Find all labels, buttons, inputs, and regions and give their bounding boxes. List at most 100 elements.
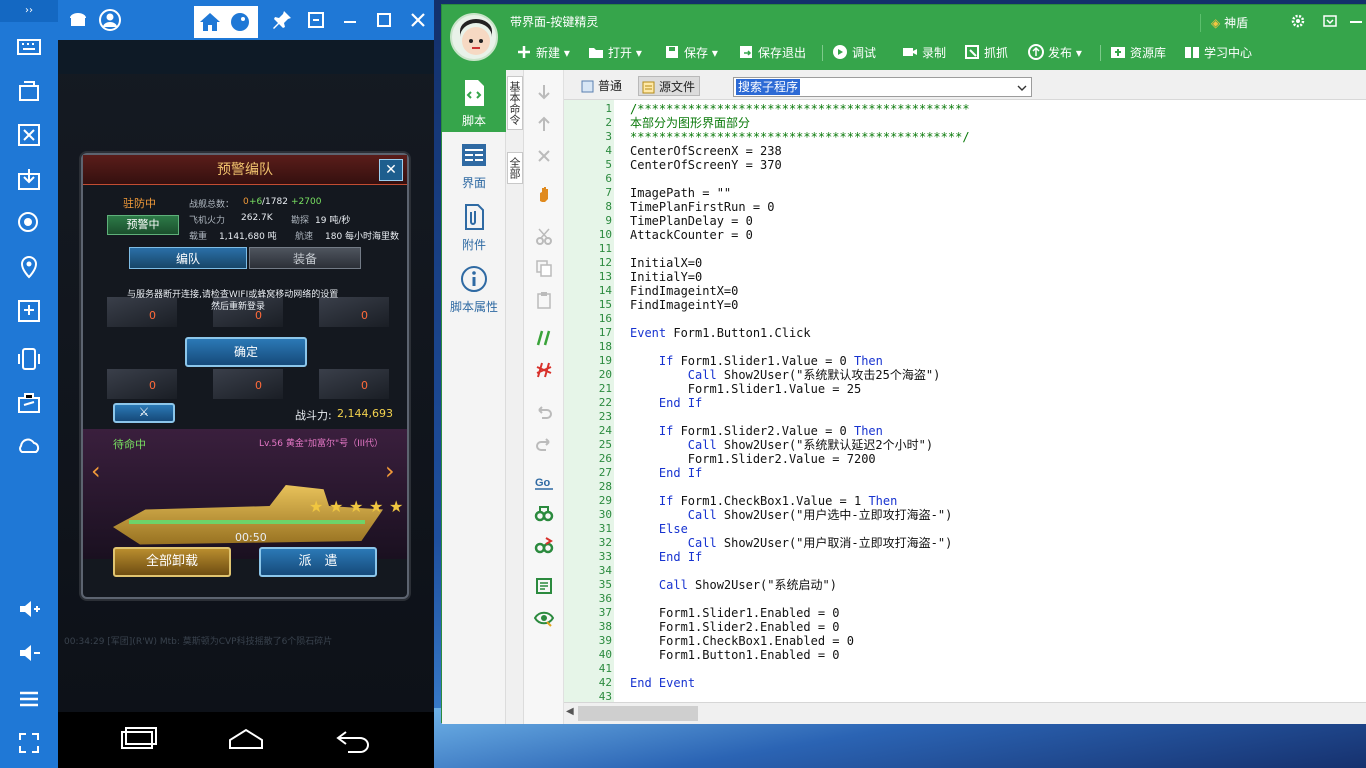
code-line[interactable]: 14 FindImageintX=0: [564, 284, 1366, 298]
move-up-icon[interactable]: [534, 114, 554, 134]
tab-home[interactable]: [194, 6, 226, 38]
window-menu-icon[interactable]: [1322, 13, 1338, 29]
move-down-icon[interactable]: [534, 82, 554, 102]
minimize-window-icon[interactable]: [1348, 13, 1364, 29]
android-icon[interactable]: [66, 8, 90, 32]
toolbar-publish-button[interactable]: 发布 ▾: [1028, 44, 1082, 62]
form-designer-icon[interactable]: [534, 576, 554, 596]
code-line[interactable]: 31 Else: [564, 522, 1366, 536]
location-icon[interactable]: [16, 254, 42, 280]
code-line[interactable]: 43: [564, 690, 1366, 702]
code-line[interactable]: 34: [564, 564, 1366, 578]
shake-icon[interactable]: [16, 346, 42, 372]
code-line[interactable]: 13 InitialY=0: [564, 270, 1366, 284]
dispatch-button[interactable]: 派 遣: [259, 547, 377, 577]
code-line[interactable]: 11: [564, 242, 1366, 256]
code-line[interactable]: 19 If Form1.Slider1.Value = 0 Then: [564, 354, 1366, 368]
redo-icon[interactable]: [534, 434, 554, 454]
horizontal-scrollbar[interactable]: ◀: [564, 702, 1366, 724]
back-nav-icon[interactable]: [334, 724, 374, 756]
code-line[interactable]: 26 Form1.Slider2.Value = 7200: [564, 452, 1366, 466]
code-line[interactable]: 36: [564, 592, 1366, 606]
subroutine-search-combo[interactable]: 搜索子程序: [733, 77, 1032, 97]
user-account-icon[interactable]: [98, 8, 122, 32]
record-icon[interactable]: [16, 210, 42, 236]
unload-all-button[interactable]: 全部卸载: [113, 547, 231, 577]
code-line[interactable]: 9 TimePlanDelay = 0: [564, 214, 1366, 228]
code-line[interactable]: 42 End Event: [564, 676, 1366, 690]
recent-apps-icon[interactable]: [118, 724, 158, 756]
cut-icon[interactable]: [534, 226, 554, 246]
volume-down-icon[interactable]: [16, 640, 42, 666]
vtab-all[interactable]: 全部: [507, 152, 523, 184]
avatar[interactable]: [450, 13, 498, 61]
screenshot-icon[interactable]: [16, 122, 42, 148]
code-line[interactable]: 40 Form1.Button1.Enabled = 0: [564, 648, 1366, 662]
code-line[interactable]: 38 Form1.Slider2.Enabled = 0: [564, 620, 1366, 634]
code-line[interactable]: 2 本部分为图形界面部分: [564, 116, 1366, 130]
code-line[interactable]: 8 TimePlanFirstRun = 0: [564, 200, 1366, 214]
scrollbar-thumb[interactable]: [578, 706, 698, 721]
toolbar-open-button[interactable]: 打开 ▾: [588, 44, 642, 62]
code-line[interactable]: 37 Form1.Slider1.Enabled = 0: [564, 606, 1366, 620]
copy-icon[interactable]: [534, 258, 554, 278]
maximize-icon[interactable]: [372, 8, 396, 32]
paste-icon[interactable]: [534, 290, 554, 310]
code-line[interactable]: 1 /**************************************…: [564, 102, 1366, 116]
code-line[interactable]: 7 ImagePath = "": [564, 186, 1366, 200]
tab-normal[interactable]: 普通: [578, 76, 634, 96]
toolbar-record-button[interactable]: 录制: [902, 44, 946, 62]
code-line[interactable]: 25 Call Show2User("系统默认延迟2个小时"): [564, 438, 1366, 452]
undo-icon[interactable]: [534, 402, 554, 422]
prev-ship-arrow[interactable]: ‹: [91, 457, 101, 485]
code-line[interactable]: 21 Form1.Slider1.Value = 25: [564, 382, 1366, 396]
code-line[interactable]: 5 CenterOfScreenY = 370: [564, 158, 1366, 172]
ship-slot-6[interactable]: [319, 369, 389, 399]
settings-gear-icon[interactable]: [1290, 13, 1306, 29]
close-icon[interactable]: [406, 8, 430, 32]
home-nav-icon[interactable]: [226, 724, 266, 756]
code-line[interactable]: 18: [564, 340, 1366, 354]
scroll-left-icon[interactable]: ◀: [566, 706, 574, 717]
confirm-button[interactable]: 确定: [185, 337, 307, 367]
cloud-icon[interactable]: [16, 434, 42, 460]
auto-formation-button[interactable]: ⚔: [113, 403, 175, 423]
code-line[interactable]: 35 Call Show2User("系统启动"): [564, 578, 1366, 592]
fullscreen-icon[interactable]: [16, 730, 42, 756]
nav-attachment[interactable]: 附件: [442, 194, 506, 256]
ship-slot-4[interactable]: [107, 369, 177, 399]
code-line[interactable]: 10 AttackCounter = 0: [564, 228, 1366, 242]
ship-slot-1[interactable]: [107, 297, 177, 327]
preview-eye-icon[interactable]: [533, 608, 555, 628]
code-line[interactable]: 20 Call Show2User("系统默认攻击25个海盗"): [564, 368, 1366, 382]
tab-equipment[interactable]: 装备: [249, 247, 361, 269]
uncomment-icon[interactable]: [534, 360, 554, 380]
code-line[interactable]: 32 Call Show2User("用户取消-立即攻打海盗-"): [564, 536, 1366, 550]
code-line[interactable]: 41: [564, 662, 1366, 676]
nav-script[interactable]: 脚本: [442, 70, 506, 132]
code-line[interactable]: 24 If Form1.Slider2.Value = 0 Then: [564, 424, 1366, 438]
window-mode-icon[interactable]: [304, 8, 328, 32]
toolbar-debug-button[interactable]: 调试: [832, 44, 876, 62]
toolbox-icon[interactable]: [16, 390, 42, 416]
find-icon[interactable]: [534, 504, 554, 524]
menu-icon[interactable]: [16, 686, 42, 712]
vtab-basic-commands[interactable]: 基本命令: [507, 76, 523, 130]
goto-icon[interactable]: Go: [534, 472, 554, 492]
rotate-screen-icon[interactable]: [16, 78, 42, 104]
pin-icon[interactable]: [270, 8, 294, 32]
toolbar-resource-button[interactable]: 资源库: [1110, 44, 1166, 62]
code-line[interactable]: 6: [564, 172, 1366, 186]
code-line[interactable]: 17 Event Form1.Button1.Click: [564, 326, 1366, 340]
code-line[interactable]: 3 ***************************************…: [564, 130, 1366, 144]
keyboard-icon[interactable]: [16, 34, 42, 60]
code-line[interactable]: 16: [564, 312, 1366, 326]
toolbar-learn-button[interactable]: 学习中心: [1184, 44, 1252, 62]
code-line[interactable]: 28: [564, 480, 1366, 494]
install-icon[interactable]: [16, 166, 42, 192]
tab-formation[interactable]: 编队: [129, 247, 247, 269]
warning-status-button[interactable]: 预警中: [107, 215, 179, 235]
code-line[interactable]: 23: [564, 410, 1366, 424]
code-line[interactable]: 22 End If: [564, 396, 1366, 410]
sidebar-expand-button[interactable]: ››: [0, 0, 58, 22]
